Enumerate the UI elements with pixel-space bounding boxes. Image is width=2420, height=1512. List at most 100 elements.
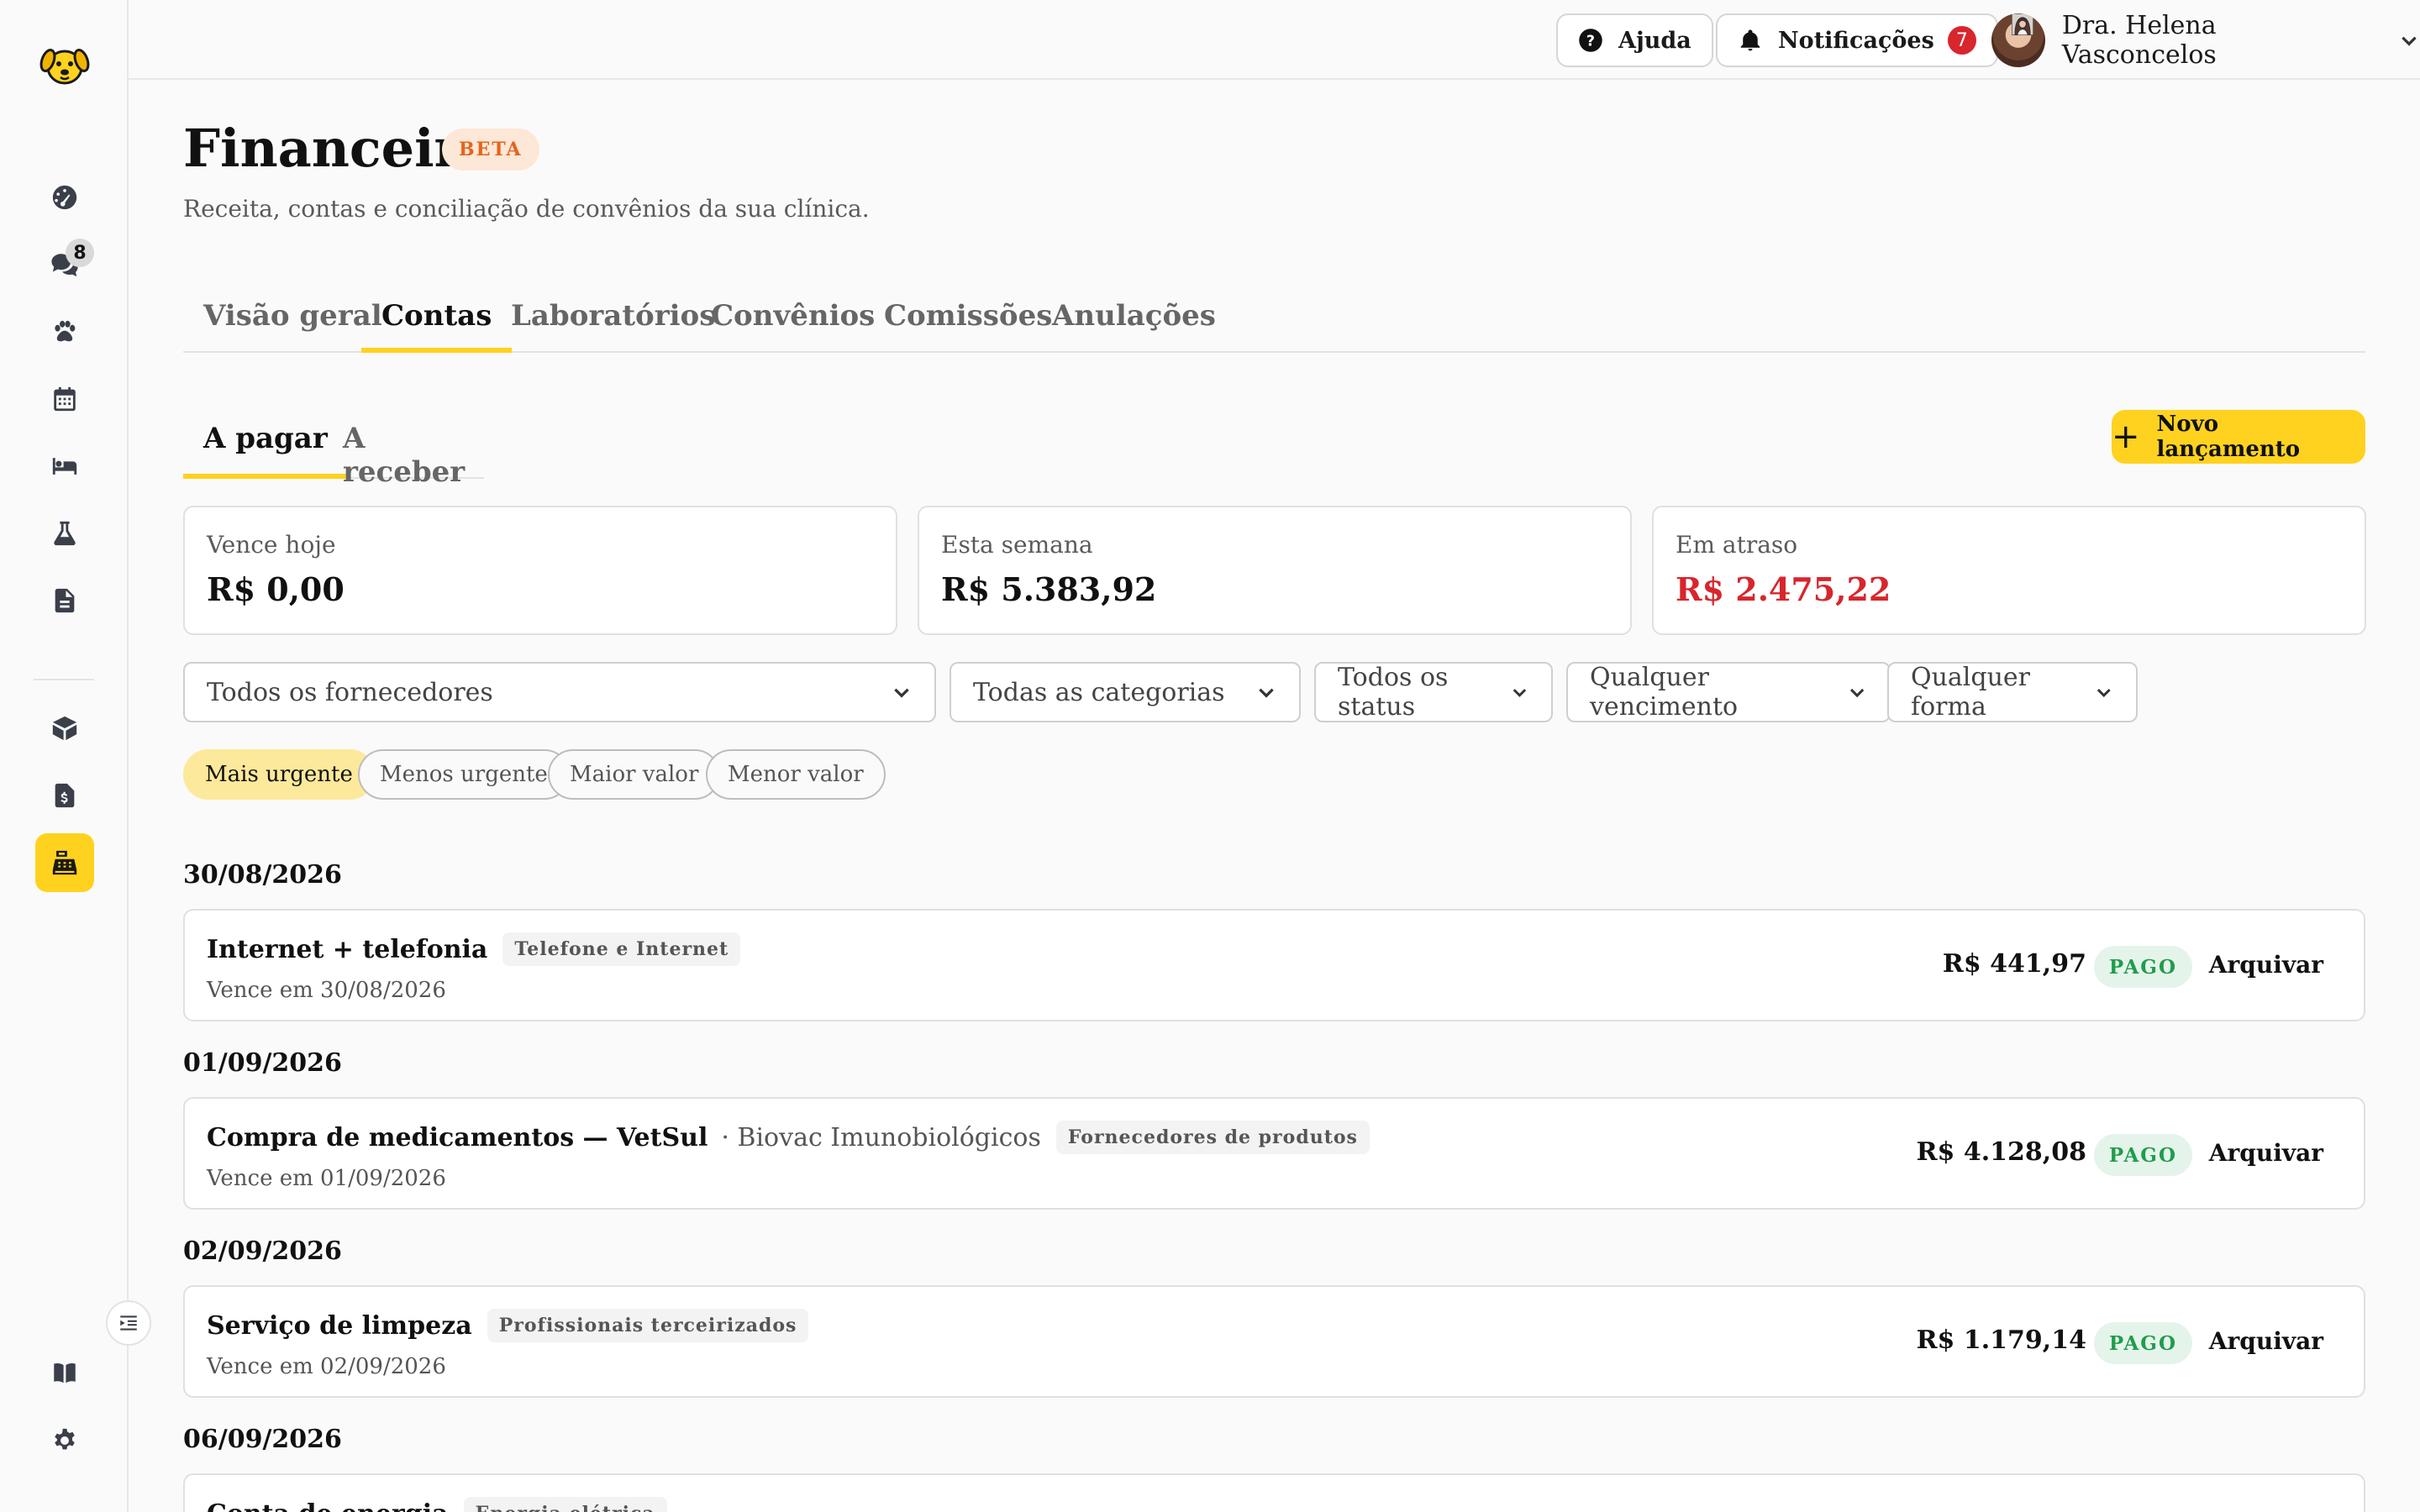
sidebar-divider — [34, 679, 94, 680]
entry-title-row: Internet + telefonia Telefone e Internet — [207, 932, 741, 966]
entry-amount: R$ 4.128,08 — [1916, 1137, 2086, 1167]
chevron-down-icon — [1259, 688, 1274, 698]
summary-value: R$ 0,00 — [207, 570, 345, 608]
entry-name: Compra de medicamentos — VetSul — [207, 1122, 708, 1152]
status-filter[interactable]: Todos os status — [1314, 662, 1553, 722]
bell-icon — [1740, 29, 1760, 51]
bed-icon[interactable] — [35, 437, 94, 496]
entry-title-row: Conta de energia Energia elétrica — [207, 1497, 667, 1512]
category-filter-value: Todas as categorias — [973, 677, 1225, 707]
sub-tabs: A pagar A receber — [183, 402, 485, 489]
summary-card-overdue: Em atraso R$ 2.475,22 — [1652, 506, 2366, 635]
summary-label: Vence hoje — [207, 531, 336, 559]
user-name: Dra. Helena Vasconcelos — [2061, 11, 2217, 70]
summary-value: R$ 2.475,22 — [1676, 570, 1891, 608]
notifications-button[interactable]: Notificações 7 — [1716, 13, 1998, 67]
chevron-down-icon — [2097, 689, 2112, 698]
document-icon[interactable] — [35, 571, 94, 630]
chat-badge: 8 — [66, 239, 94, 267]
entry-due-date: Vence em 02/09/2026 — [207, 1354, 446, 1379]
flask-icon[interactable] — [35, 504, 94, 563]
sort-highest-value[interactable]: Maior valor — [548, 749, 721, 800]
date-group-header: 02/09/2026 — [183, 1236, 342, 1266]
chevron-down-icon — [1849, 688, 1865, 698]
sort-lowest-value[interactable]: Menor valor — [706, 749, 886, 800]
notifications-count-badge: 7 — [1947, 26, 1976, 55]
paw-icon[interactable] — [35, 302, 94, 361]
sort-least-urgent[interactable]: Menos urgente — [358, 749, 570, 800]
entry-title-row: Serviço de limpeza Profissionais terceir… — [207, 1309, 809, 1342]
entry-amount: R$ 441,97 — [1942, 949, 2086, 979]
summary-label: Esta semana — [941, 531, 1093, 559]
sidebar: 8 — [0, 0, 129, 1512]
status-badge: PAGO — [2093, 946, 2192, 988]
date-group-header: 01/09/2026 — [183, 1048, 342, 1078]
page-subtitle: Receita, contas e conciliação de convêni… — [183, 195, 870, 223]
notifications-label: Notificações — [1778, 27, 1934, 54]
bill-entry[interactable]: Internet + telefonia Telefone e Internet… — [183, 909, 2365, 1021]
cash-register-icon[interactable] — [35, 833, 94, 892]
dashboard-icon[interactable] — [35, 168, 94, 227]
help-button[interactable]: ? Ajuda — [1556, 13, 1713, 67]
status-badge: PAGO — [2093, 1322, 2192, 1364]
beta-badge: BETA — [442, 129, 539, 171]
new-entry-label: Novo lançamento — [2156, 412, 2301, 462]
supplier-filter-value: Todos os fornecedores — [207, 677, 493, 707]
entry-title-row: Compra de medicamentos — VetSul · Biovac… — [207, 1121, 1370, 1154]
date-group-header: 30/08/2026 — [183, 860, 342, 890]
entry-due-date: Vence em 30/08/2026 — [207, 978, 446, 1003]
entry-due-date: Vence em 01/09/2026 — [207, 1166, 446, 1191]
entry-amount: R$ 1.179,14 — [1916, 1326, 2086, 1355]
dog-logo-icon[interactable] — [37, 37, 92, 92]
new-entry-button[interactable]: + Novo lançamento — [2112, 410, 2365, 464]
topbar: ? Ajuda Notificações 7 Dra. Helena Vasco… — [129, 0, 2420, 80]
calendar-icon[interactable] — [35, 370, 94, 428]
bill-entry[interactable]: Conta de energia Energia elétrica — [183, 1473, 2365, 1512]
collapse-sidebar-icon[interactable] — [106, 1300, 151, 1346]
invoice-icon[interactable] — [35, 766, 94, 825]
status-badge: PAGO — [2093, 1134, 2192, 1176]
plus-icon: + — [2112, 417, 2140, 456]
book-icon[interactable] — [35, 1344, 94, 1403]
user-menu[interactable]: Dra. Helena Vasconcelos — [1991, 11, 2420, 70]
supplier-filter[interactable]: Todos os fornecedores — [183, 662, 936, 722]
chat-icon[interactable]: 8 — [35, 235, 94, 294]
archive-button[interactable]: Arquivar — [2209, 1139, 2323, 1167]
entry-name: Conta de energia — [207, 1499, 449, 1512]
main-tabs: Visão geral Contas Laboratórios Convênio… — [183, 277, 2365, 353]
bill-entry[interactable]: Compra de medicamentos — VetSul · Biovac… — [183, 1097, 2365, 1210]
bill-entry[interactable]: Serviço de limpeza Profissionais terceir… — [183, 1285, 2365, 1398]
archive-button[interactable]: Arquivar — [2209, 1327, 2323, 1355]
help-label: Ajuda — [1618, 27, 1691, 54]
date-group-header: 06/09/2026 — [183, 1425, 342, 1454]
summary-label: Em atraso — [1676, 531, 1798, 559]
chevron-down-icon — [894, 688, 909, 698]
summary-value: R$ 5.383,92 — [941, 570, 1157, 608]
entry-name: Internet + telefonia — [207, 934, 488, 964]
tab-contas[interactable]: Contas — [361, 289, 513, 353]
help-icon: ? — [1579, 29, 1602, 52]
status-filter-value: Todos os status — [1338, 663, 1449, 722]
subtab-a-receber[interactable]: A receber — [323, 413, 485, 489]
due-date-filter-value: Qualquer vencimento — [1590, 663, 1739, 722]
tab-anulacoes[interactable]: Anulações — [1032, 289, 1236, 353]
category-filter[interactable]: Todas as categorias — [950, 662, 1301, 722]
payment-method-filter-value: Qualquer forma — [1911, 663, 2031, 722]
entry-supplier: · Biovac Imunobiológicos — [721, 1122, 1041, 1152]
summary-card-this-week: Esta semana R$ 5.383,92 — [918, 506, 1632, 635]
payment-method-filter[interactable]: Qualquer forma — [1887, 662, 2138, 722]
due-date-filter[interactable]: Qualquer vencimento — [1566, 662, 1891, 722]
category-tag: Telefone e Internet — [502, 932, 741, 966]
entry-name: Serviço de limpeza — [207, 1310, 472, 1341]
box-icon[interactable] — [35, 699, 94, 758]
chevron-down-icon — [1512, 689, 1527, 697]
category-tag: Fornecedores de produtos — [1055, 1121, 1370, 1154]
archive-button[interactable]: Arquivar — [2209, 951, 2323, 979]
category-tag: Energia elétrica — [463, 1497, 667, 1512]
chevron-down-icon — [2402, 36, 2417, 46]
sort-most-urgent[interactable]: Mais urgente — [183, 749, 375, 800]
gear-icon[interactable] — [35, 1411, 94, 1470]
summary-card-due-today: Vence hoje R$ 0,00 — [183, 506, 897, 635]
svg-text:?: ? — [1586, 33, 1595, 50]
avatar — [1991, 13, 2045, 67]
